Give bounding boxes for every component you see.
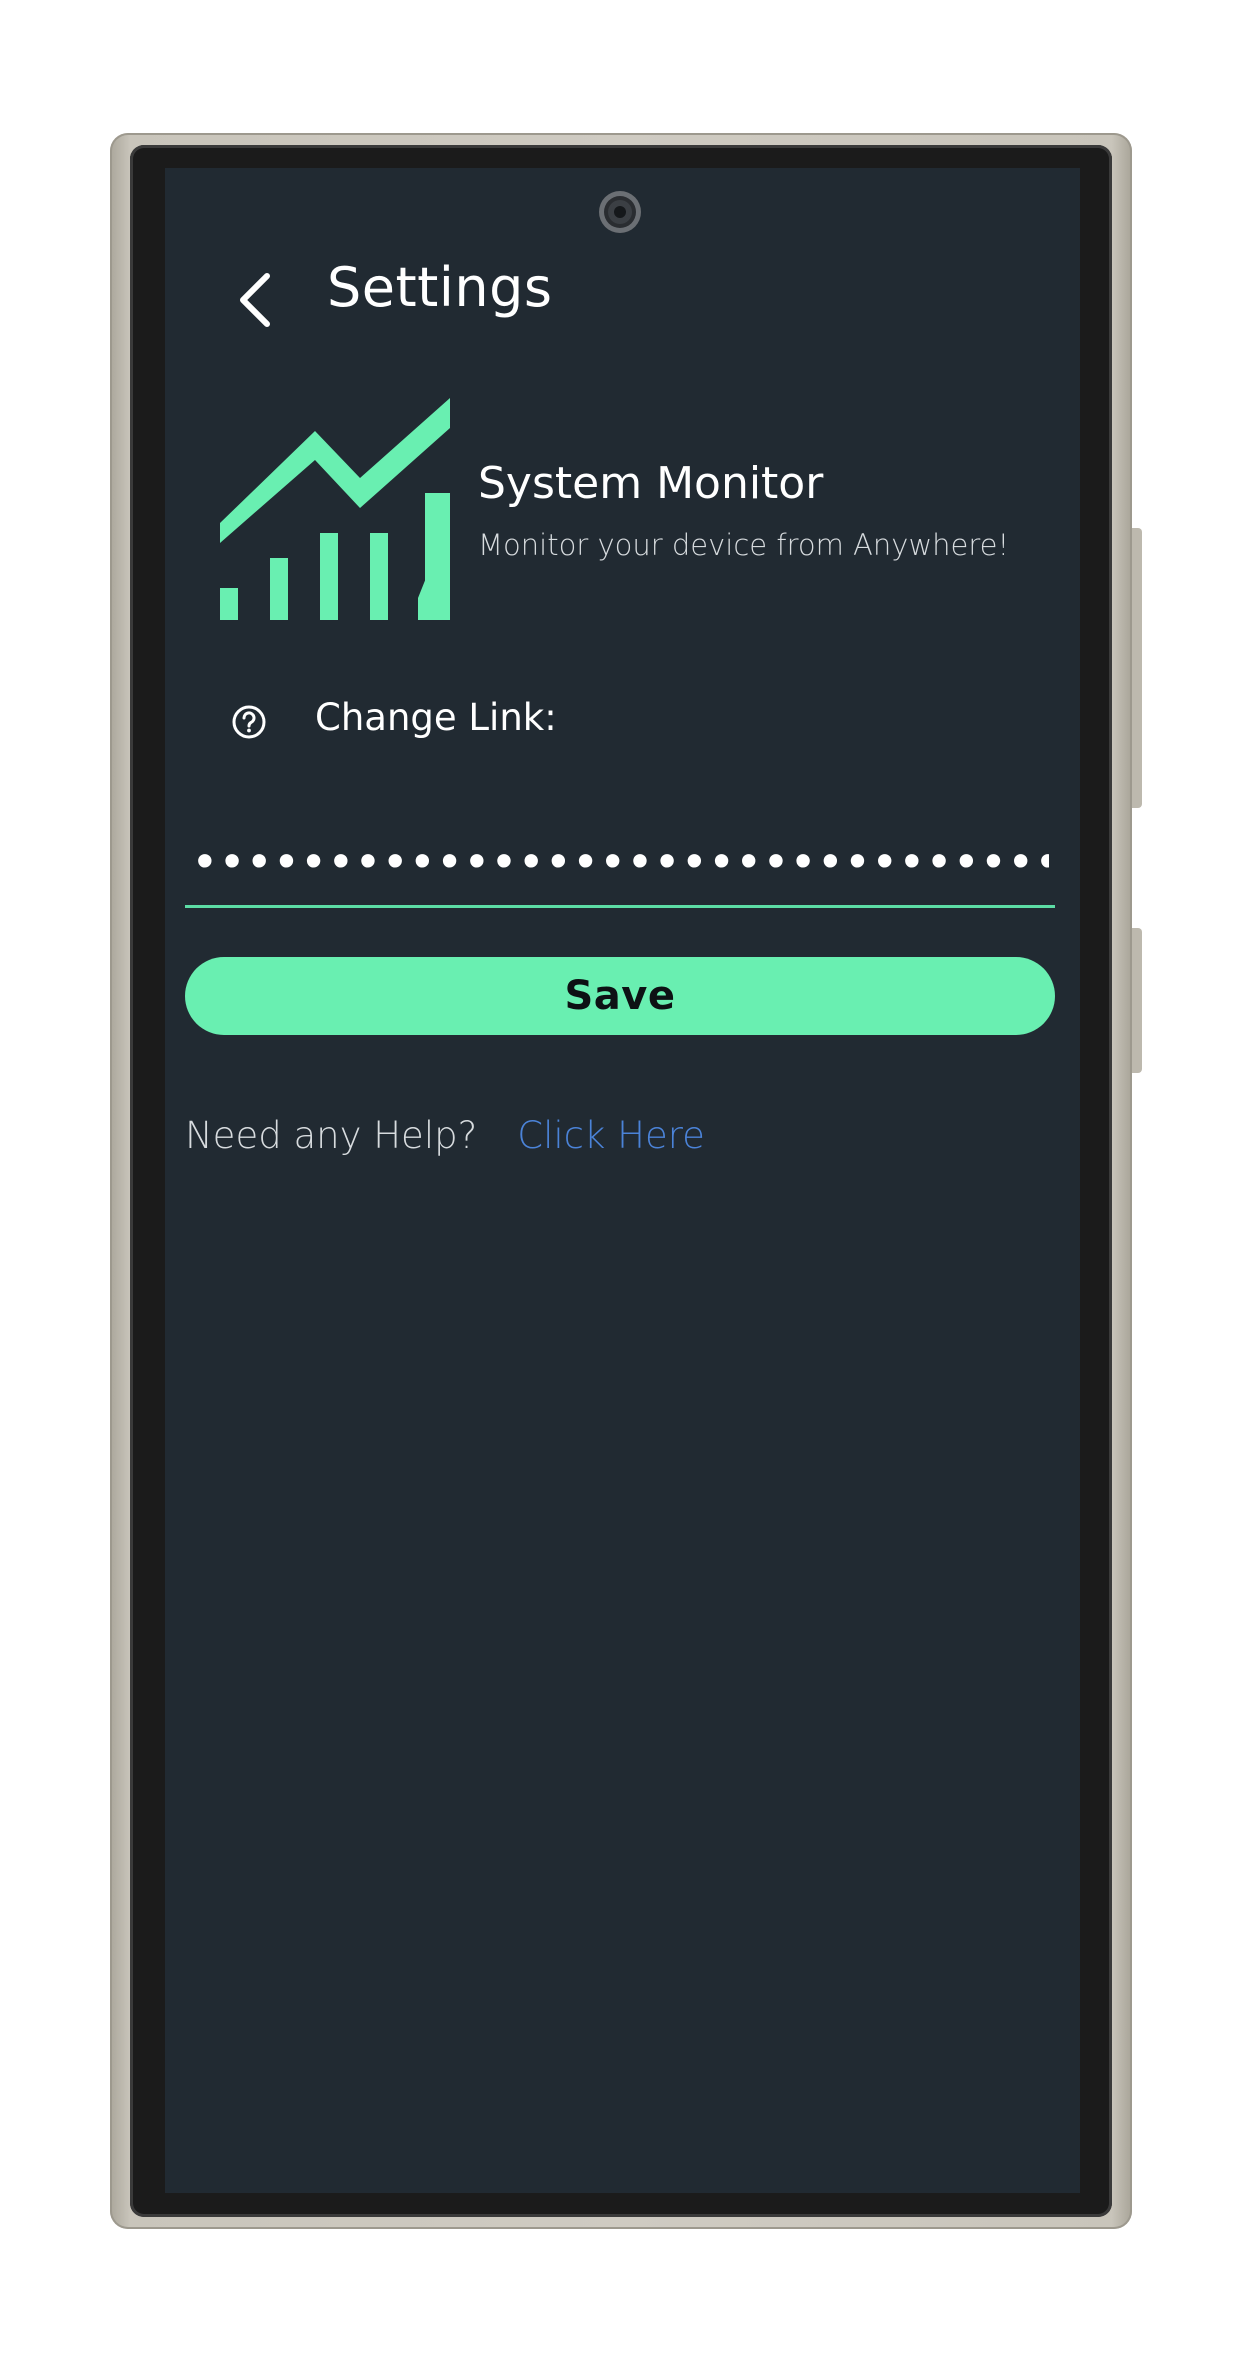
page-title: Settings <box>327 256 553 319</box>
app-name: System Monitor <box>478 458 824 509</box>
volume-key <box>1132 928 1142 1073</box>
save-button[interactable]: Save <box>185 957 1055 1035</box>
app-screen: Settings System Monitor Monitor your dev… <box>165 168 1080 2193</box>
help-row: Need any Help? Click Here <box>185 1114 705 1157</box>
front-camera <box>599 191 641 233</box>
app-tagline: Monitor your device from Anywhere! <box>478 528 1010 562</box>
link-input[interactable] <box>185 818 1055 908</box>
change-link-label: Change Link: <box>315 696 557 739</box>
power-key <box>1132 528 1142 808</box>
chevron-left-icon <box>240 273 270 327</box>
question-circle-icon[interactable] <box>231 704 267 740</box>
chart-growth-icon <box>220 398 450 620</box>
help-prompt: Need any Help? <box>185 1114 478 1157</box>
back-button[interactable] <box>225 260 285 340</box>
help-link[interactable]: Click Here <box>517 1114 705 1157</box>
